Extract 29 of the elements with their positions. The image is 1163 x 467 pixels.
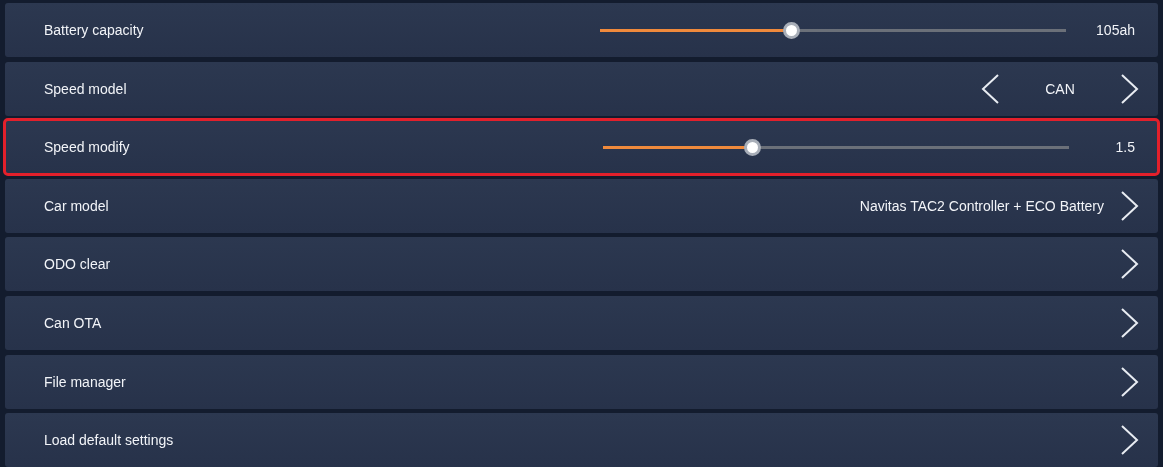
setting-value: Navitas TAC2 Controller + ECO Battery — [859, 197, 1104, 214]
chevron-right-icon[interactable] — [1120, 72, 1140, 105]
setting-label: Load default settings — [44, 432, 175, 449]
setting-label: Speed modify — [44, 139, 131, 156]
chevron-right-icon[interactable] — [1120, 248, 1140, 281]
setting-label: ODO clear — [44, 256, 112, 273]
chevron-left-icon[interactable] — [980, 72, 1000, 105]
chevron-right-icon[interactable] — [1120, 365, 1140, 398]
setting-row[interactable]: ODO clear — [5, 237, 1158, 292]
setting-label: File manager — [44, 373, 127, 390]
setting-value: CAN — [1044, 80, 1076, 97]
setting-row[interactable]: Speed model CAN — [5, 61, 1158, 116]
setting-label: Battery capacity — [44, 22, 145, 38]
setting-row[interactable]: Load default settings — [5, 413, 1158, 467]
setting-row[interactable]: Speed modify 1.5 — [5, 120, 1158, 175]
chevron-right-icon[interactable] — [1120, 424, 1140, 457]
setting-value: 1.5 — [1114, 139, 1135, 156]
setting-value: 105ah — [1096, 22, 1135, 38]
chevron-right-icon[interactable] — [1120, 189, 1140, 222]
slider-thumb[interactable] — [744, 138, 762, 156]
slider-thumb[interactable] — [783, 21, 801, 39]
setting-row[interactable]: Car model Navitas TAC2 Controller + ECO Battery — [5, 178, 1158, 233]
setting-row[interactable]: File manager — [5, 354, 1158, 409]
chevron-right-icon[interactable] — [1120, 306, 1140, 339]
setting-label: Can OTA — [44, 314, 103, 331]
setting-label: Car model — [44, 197, 110, 214]
setting-row[interactable]: Can OTA — [5, 295, 1158, 350]
setting-label: Speed model — [44, 80, 128, 97]
setting-row[interactable]: Battery capacity 105ah — [5, 3, 1158, 57]
